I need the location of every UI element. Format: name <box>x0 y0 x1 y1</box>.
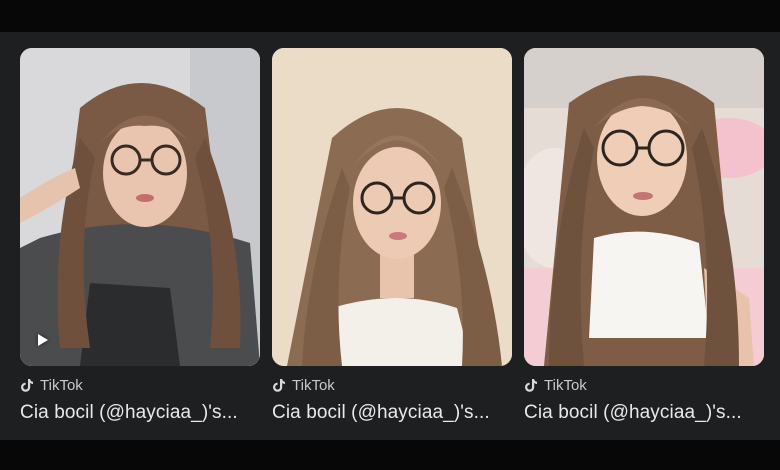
result-card[interactable]: TikTok Cia bocil (@hayciaa_)'s... <box>524 48 764 424</box>
tiktok-icon <box>524 378 538 392</box>
top-dark-band <box>0 0 780 32</box>
tiktok-icon <box>272 378 286 392</box>
result-title[interactable]: Cia bocil (@hayciaa_)'s... <box>20 402 260 424</box>
source-label: TikTok <box>40 376 83 394</box>
result-source[interactable]: TikTok <box>272 376 512 394</box>
result-thumbnail[interactable] <box>20 48 260 366</box>
result-source[interactable]: TikTok <box>20 376 260 394</box>
result-thumbnail[interactable] <box>272 48 512 366</box>
thumbnail-image <box>20 48 260 366</box>
image-results-panel: TikTok Cia bocil (@hayciaa_)'s... TikTok… <box>0 32 780 440</box>
source-label: TikTok <box>544 376 587 394</box>
thumbnail-image <box>272 48 512 366</box>
result-title[interactable]: Cia bocil (@hayciaa_)'s... <box>524 402 764 424</box>
tiktok-icon <box>20 378 34 392</box>
thumbnail-image <box>524 48 764 366</box>
source-label: TikTok <box>292 376 335 394</box>
bottom-dark-band <box>0 440 780 470</box>
play-icon <box>38 334 48 346</box>
result-card[interactable]: TikTok Cia bocil (@hayciaa_)'s... <box>272 48 512 424</box>
result-card[interactable]: TikTok Cia bocil (@hayciaa_)'s... <box>20 48 260 424</box>
result-thumbnail[interactable] <box>524 48 764 366</box>
result-source[interactable]: TikTok <box>524 376 764 394</box>
result-title[interactable]: Cia bocil (@hayciaa_)'s... <box>272 402 512 424</box>
